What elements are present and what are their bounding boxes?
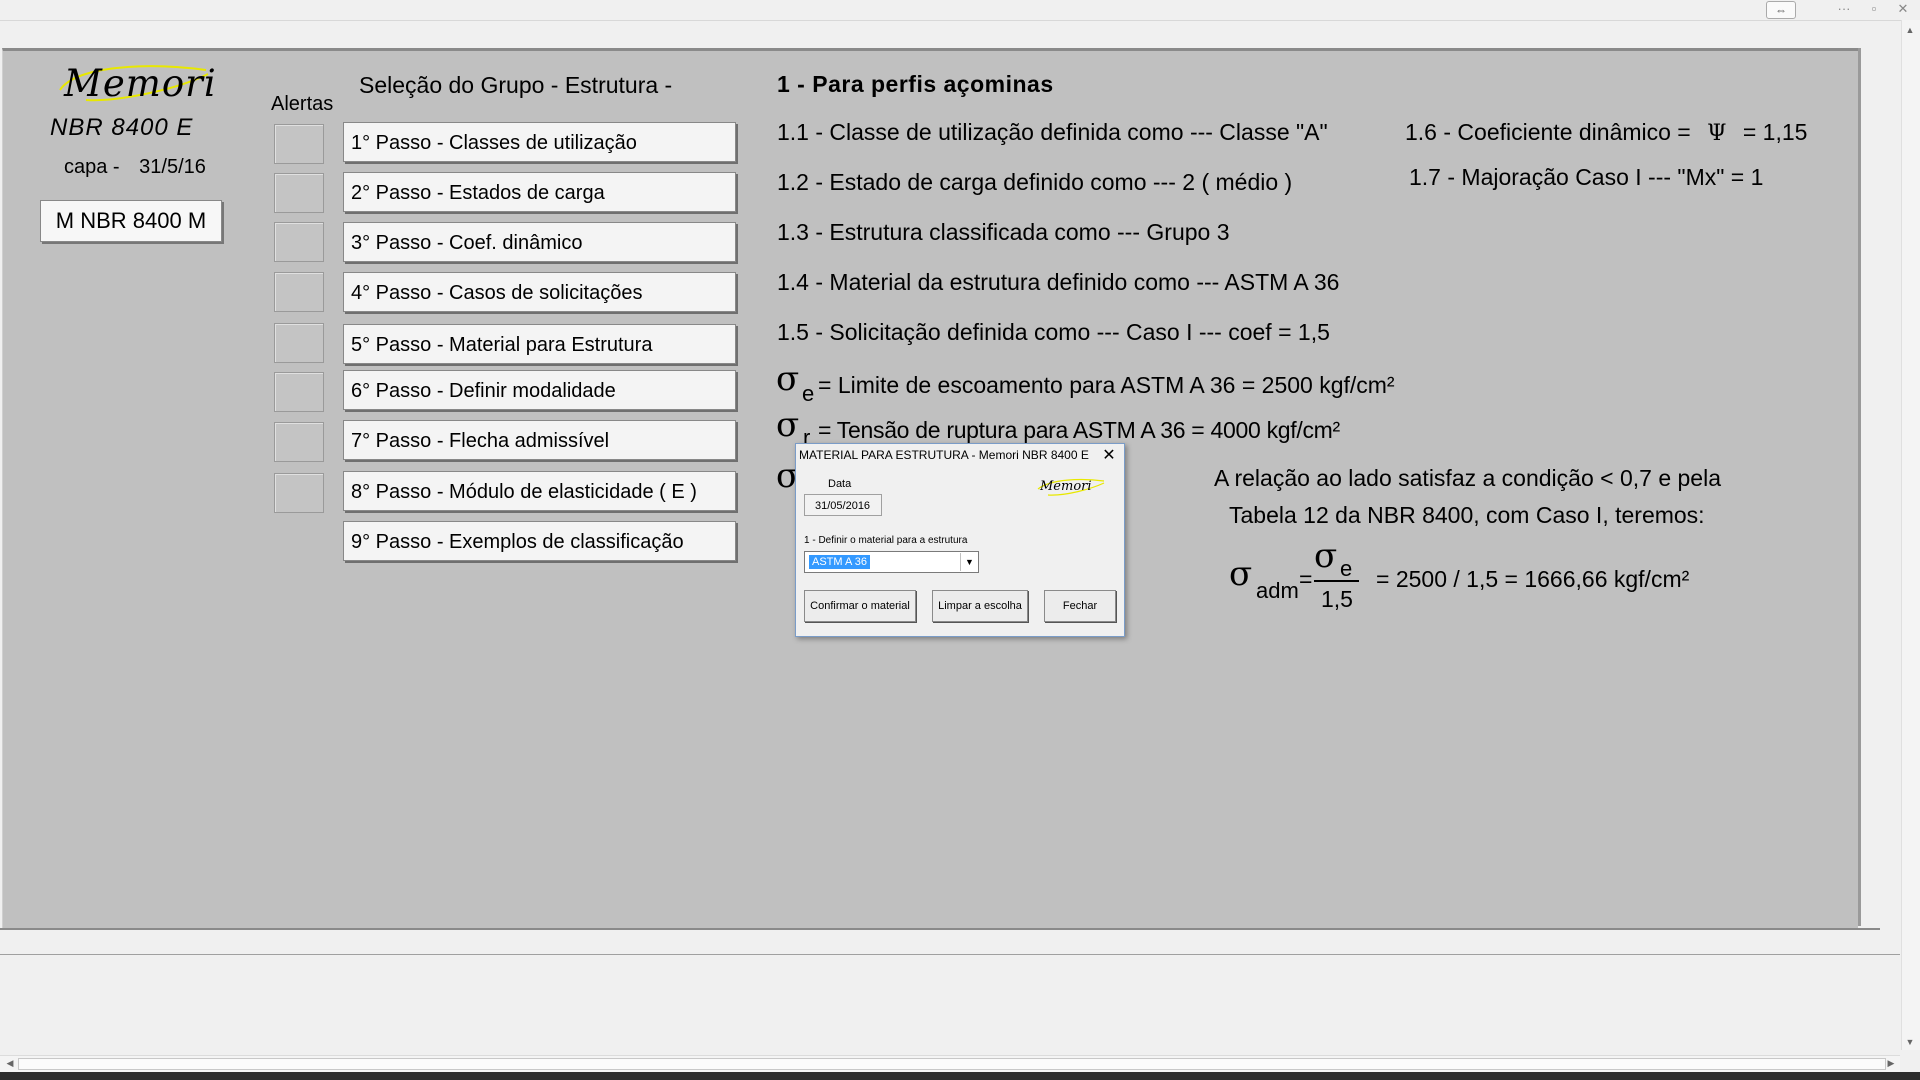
alert-box-4 — [274, 272, 324, 312]
fraction-bar — [1314, 580, 1359, 582]
info-line-1-4: 1.4 - Material da estrutura definido com… — [777, 269, 1340, 295]
confirm-material-button[interactable]: Confirmar o material — [804, 590, 916, 622]
resize-icon[interactable]: ⇔ — [1766, 1, 1796, 19]
alert-box-7 — [274, 422, 324, 462]
alert-box-1 — [274, 124, 324, 164]
window-close-icon[interactable]: ✕ — [1894, 1, 1912, 17]
rupture-strength-text: = Tensão de ruptura para ASTM A 36 = 400… — [818, 417, 1340, 443]
step-6-button[interactable]: 6° Passo - Definir modalidade — [343, 370, 736, 410]
dialog-field-label: 1 - Definir o material para a estrutura — [804, 535, 968, 546]
yield-strength-text: = Limite de escoamento para ASTM A 36 = … — [818, 372, 1395, 398]
scroll-up-icon[interactable]: ▲ — [1904, 24, 1916, 36]
info-line-1-5: 1.5 - Solicitação definida como --- Caso… — [777, 319, 1330, 345]
sheet-shadow — [1858, 48, 1861, 926]
step-1-button[interactable]: 1° Passo - Classes de utilização — [343, 122, 736, 162]
step-4-button[interactable]: 4° Passo - Casos de solicitações — [343, 272, 736, 312]
sheet-divider — [0, 928, 1880, 930]
capa-line: capa - 31/5/16 — [64, 156, 206, 179]
horizontal-scroll-thumb[interactable] — [18, 1058, 1886, 1070]
logo-text: Memori — [64, 62, 217, 105]
top-toolbar — [0, 0, 1920, 21]
dialog-logo-text: Memori — [1040, 479, 1092, 494]
alert-box-6 — [274, 372, 324, 412]
bottom-border — [0, 1072, 1920, 1080]
dialog-close-icon[interactable]: ✕ — [1100, 445, 1118, 465]
step-2-button[interactable]: 2° Passo - Estados de carga — [343, 172, 736, 212]
info-heading: 1 - Para perfis açominas — [777, 71, 1054, 97]
info-line-1-2: 1.2 - Estado de carga definido como --- … — [777, 169, 1293, 195]
dialog-title: MATERIAL PARA ESTRUTURA - Memori NBR 840… — [799, 448, 1089, 462]
fraction-numerator-sigma: σ — [1314, 536, 1338, 576]
sigma-e-subscript: e — [802, 381, 815, 406]
scroll-right-icon[interactable]: ▶ — [1884, 1056, 1898, 1070]
alert-box-8 — [274, 473, 324, 513]
material-combobox-value[interactable]: ASTM A 36 — [809, 555, 871, 569]
vertical-scrollbar[interactable] — [1901, 20, 1920, 1050]
step-3-button[interactable]: 3° Passo - Coef. dinâmico — [343, 222, 736, 262]
info-line-1-6: 1.6 - Coeficiente dinâmico = Ψ = 1,15 — [1405, 119, 1807, 146]
step-9-button[interactable]: 9° Passo - Exemplos de classificação — [343, 521, 736, 561]
formula-result: = 2500 / 1,5 = 1666,66 kgf/cm² — [1376, 566, 1690, 592]
close-dialog-button[interactable]: Fechar — [1044, 590, 1116, 622]
info-line-1-3: 1.3 - Estrutura classificada como --- Gr… — [777, 219, 1230, 245]
step-7-button[interactable]: 7° Passo - Flecha admissível — [343, 420, 736, 460]
relation-line-1: A relação ao lado satisfaz a condição < … — [1214, 465, 1721, 491]
info-line-1-1: 1.1 - Classe de utilização definida como… — [777, 119, 1328, 145]
restore-icon[interactable]: ▫ — [1864, 1, 1884, 17]
dialog-date-field[interactable]: 31/05/2016 — [804, 494, 882, 516]
sigma-e-symbol: σ — [776, 359, 800, 399]
selection-title: Seleção do Grupo - Estrutura - — [359, 72, 673, 98]
info-line-1-7: 1.7 - Majoração Caso I --- "Mx" = 1 — [1409, 164, 1764, 190]
m-nbr-button[interactable]: M NBR 8400 M — [40, 200, 222, 242]
norm-label: NBR 8400 E — [50, 114, 194, 141]
capa-label: capa - — [64, 156, 120, 178]
psi-symbol: Ψ — [1707, 121, 1727, 146]
fraction-denominator: 1,5 — [1321, 586, 1353, 612]
relation-line-2: Tabela 12 da NBR 8400, com Caso I, terem… — [1229, 502, 1705, 528]
formula-equals: = — [1299, 566, 1313, 592]
capa-date: 31/5/16 — [139, 156, 206, 178]
step-5-button[interactable]: 5° Passo - Material para Estrutura — [343, 324, 736, 364]
alert-box-5 — [274, 323, 324, 363]
more-options-icon[interactable]: ··· — [1834, 1, 1854, 17]
combobox-dropdown-icon[interactable]: ▼ — [960, 553, 978, 571]
fraction-numerator-subscript: e — [1340, 556, 1353, 581]
step-8-button[interactable]: 8° Passo - Módulo de elasticidade ( E ) — [343, 471, 736, 511]
scroll-left-icon[interactable]: ◀ — [3, 1056, 17, 1070]
info-line-1-6-label: 1.6 - Coeficiente dinâmico = — [1405, 119, 1691, 145]
clear-choice-button[interactable]: Limpar a escolha — [932, 590, 1028, 622]
sigma-adm-symbol: σ — [1229, 554, 1253, 594]
scroll-down-icon[interactable]: ▼ — [1904, 1036, 1916, 1048]
memori-logo: Memori — [59, 62, 217, 105]
alerts-label: Alertas — [271, 93, 334, 115]
info-line-1-6-value: = 1,15 — [1742, 119, 1808, 145]
alert-box-2 — [274, 173, 324, 213]
dialog-date-label: Data — [828, 478, 852, 490]
sigma-r-symbol: σ — [776, 405, 800, 445]
lower-pane — [0, 954, 1900, 1059]
alert-box-3 — [274, 222, 324, 262]
sigma-adm-subscript: adm — [1256, 578, 1299, 603]
dialog-logo: Memori — [1037, 478, 1105, 496]
